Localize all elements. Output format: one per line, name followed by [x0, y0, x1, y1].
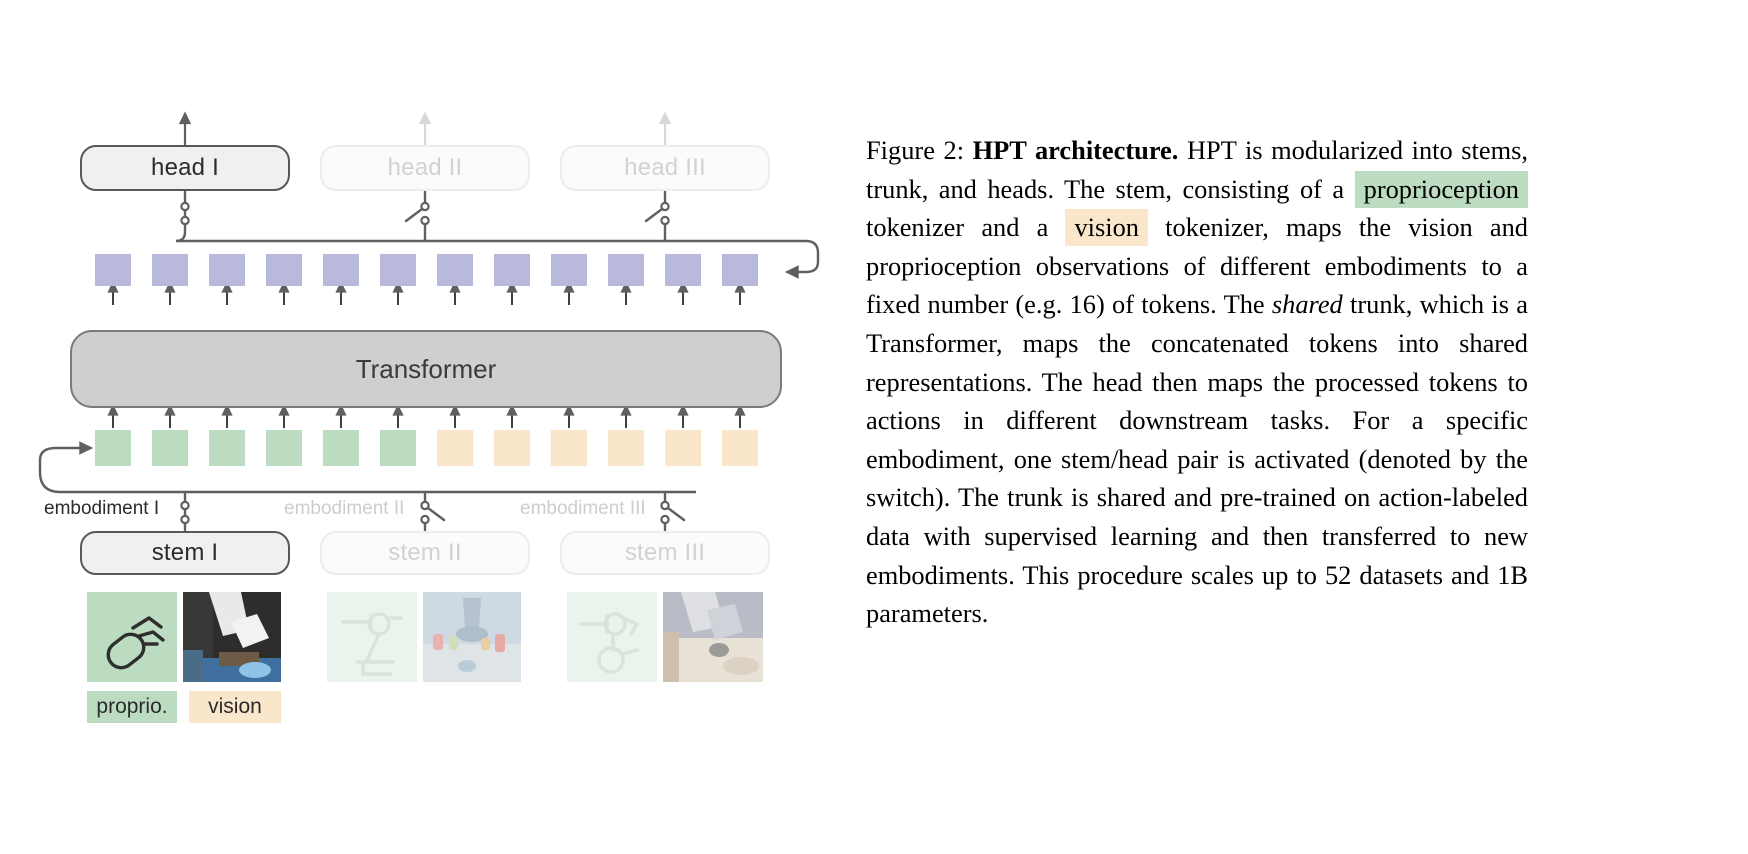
- output-token: [551, 254, 587, 286]
- embodiment-label-3: embodiment III: [520, 498, 646, 519]
- proprio-thumbnail-2: [327, 592, 417, 682]
- legend-proprio-tag: proprio.: [87, 691, 177, 723]
- stem-box-1[interactable]: stem I: [80, 531, 290, 575]
- proprio-token: [209, 430, 245, 466]
- transformer-trunk-box[interactable]: Transformer: [70, 330, 782, 408]
- caption-part-2: tokenizer and a: [866, 212, 1066, 243]
- vision-thumbnail-3: [663, 592, 763, 682]
- proprio-token: [323, 430, 359, 466]
- figure-caption: Figure 2: HPT architecture. HPT is modul…: [866, 131, 1528, 633]
- output-token: [323, 254, 359, 286]
- caption-emphasis-shared: shared: [1271, 289, 1343, 320]
- stem-label-2: stem II: [388, 539, 462, 566]
- caption-part-4: trunk, which is a Transformer, maps the …: [866, 289, 1528, 629]
- output-token: [608, 254, 644, 286]
- stem-box-2[interactable]: stem II: [320, 531, 530, 575]
- legend-vision-tag: vision: [189, 691, 281, 723]
- vision-token: [551, 430, 587, 466]
- legend-vision-label: vision: [208, 695, 262, 718]
- vision-token: [665, 430, 701, 466]
- output-token: [380, 254, 416, 286]
- vision-token: [437, 430, 473, 466]
- output-token: [266, 254, 302, 286]
- vision-thumbnail-2: [423, 592, 521, 682]
- legend-proprio-label: proprio.: [96, 695, 168, 718]
- caption-highlight-proprioception: proprioception: [1354, 170, 1528, 208]
- figure-page: head I head II head III Transformer embo…: [0, 0, 1748, 854]
- embodiment-label-1: embodiment I: [44, 498, 160, 519]
- stem-label-3: stem III: [624, 539, 706, 566]
- caption-figure-number: Figure 2:: [866, 135, 965, 165]
- head-box-2[interactable]: head II: [320, 145, 530, 191]
- output-token: [152, 254, 188, 286]
- head-box-3[interactable]: head III: [560, 145, 770, 191]
- hpt-architecture-diagram: head I head II head III Transformer embo…: [0, 0, 850, 854]
- caption-highlight-vision: vision: [1065, 209, 1148, 247]
- stem-label-1: stem I: [151, 539, 219, 566]
- output-token: [437, 254, 473, 286]
- proprio-thumbnail-1: [87, 592, 177, 682]
- proprio-thumbnail-3: [567, 592, 657, 682]
- transformer-label: Transformer: [355, 353, 497, 384]
- stem-box-3[interactable]: stem III: [560, 531, 770, 575]
- vision-token: [608, 430, 644, 466]
- head-label-2: head II: [387, 154, 463, 181]
- head-label-3: head III: [624, 154, 706, 181]
- output-token: [209, 254, 245, 286]
- caption-title: HPT architecture.: [972, 135, 1179, 165]
- proprio-token: [380, 430, 416, 466]
- output-token: [722, 254, 758, 286]
- output-token: [494, 254, 530, 286]
- vision-token: [722, 430, 758, 466]
- vision-token: [494, 430, 530, 466]
- proprio-token: [266, 430, 302, 466]
- head-label-1: head I: [151, 154, 219, 181]
- head-box-1[interactable]: head I: [80, 145, 290, 191]
- output-token: [665, 254, 701, 286]
- vision-thumbnail-1: [183, 592, 281, 682]
- output-token: [95, 254, 131, 286]
- proprio-token: [95, 430, 131, 466]
- proprio-token: [152, 430, 188, 466]
- diagram-wires: [38, 111, 820, 533]
- embodiment-label-2: embodiment II: [284, 498, 405, 519]
